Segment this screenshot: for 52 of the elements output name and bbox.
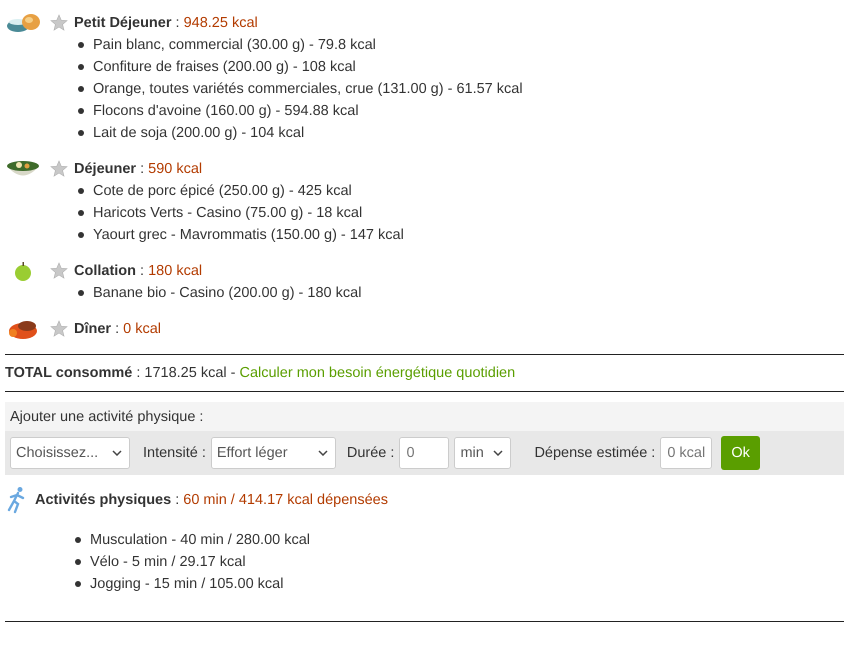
- activity-select[interactable]: Choisissez...: [10, 437, 130, 469]
- total-consumed: TOTAL consommé : 1718.25 kcal -: [5, 365, 236, 381]
- bullet-icon: [75, 537, 81, 543]
- star-icon[interactable]: [50, 160, 68, 178]
- bullet-icon: [78, 108, 84, 114]
- caret-icon: [493, 450, 504, 456]
- bullet-icon: [78, 290, 84, 296]
- meal-calories: 948.25 kcal: [184, 15, 258, 31]
- food-item: Pain blanc, commercial (30.00 g) - 79.8 kcal: [93, 37, 376, 53]
- caret-icon: [318, 450, 328, 456]
- add-activity-title: Ajouter une activité physique :: [9, 408, 204, 427]
- duration-field[interactable]: 0: [399, 437, 450, 469]
- star-icon[interactable]: [50, 320, 68, 338]
- estimate-field[interactable]: 0 kcal: [660, 437, 712, 469]
- food-item: Orange, toutes variétés commerciales, crue (131.00 g) - 61.57 kcal: [93, 81, 523, 97]
- activity-item: Musculation - 40 min / 280.00 kcal: [90, 532, 310, 548]
- activities-summary: 60 min / 414.17 kcal dépensées: [183, 492, 388, 508]
- activity-item: Jogging - 15 min / 105.00 kcal: [90, 576, 284, 592]
- bullet-icon: [78, 188, 84, 194]
- star-icon[interactable]: [50, 262, 68, 280]
- activity-item: Vélo - 5 min / 29.17 kcal: [90, 554, 246, 570]
- food-item: Banane bio - Casino (200.00 g) - 180 kcal: [93, 285, 362, 301]
- activities-label: Activités physiques :: [35, 492, 180, 508]
- food-item: Confiture de fraises (200.00 g) - 108 kcal: [93, 59, 356, 75]
- meal-name: Déjeuner :: [74, 161, 144, 177]
- caret-icon: [112, 450, 122, 456]
- meal-name: Collation :: [74, 263, 144, 279]
- food-item: Flocons d'avoine (160.00 g) - 594.88 kcal: [93, 103, 359, 119]
- intensity-label: Intensité :: [143, 445, 206, 461]
- meal-name: Petit Déjeuner :: [74, 15, 180, 31]
- unit-select[interactable]: min: [454, 437, 512, 469]
- bullet-icon: [78, 210, 84, 216]
- bullet-icon: [78, 42, 84, 48]
- bullet-icon: [75, 559, 81, 565]
- meal-calories: 0 kcal: [123, 321, 162, 337]
- meal-name: Dîner :: [74, 321, 120, 337]
- food-item: Yaourt grec - Mavrommatis (150.00 g) - 147 kcal: [93, 227, 404, 243]
- bullet-icon: [78, 232, 84, 238]
- star-icon[interactable]: [50, 14, 68, 32]
- bullet-icon: [75, 581, 81, 587]
- bullet-icon: [78, 86, 84, 92]
- estimate-label: Dépense estimée :: [534, 445, 656, 461]
- food-item: Haricots Verts - Casino (75.00 g) - 18 kcal: [93, 205, 362, 221]
- duration-label: Durée :: [346, 445, 394, 461]
- meal-calories: 180 kcal: [148, 263, 202, 279]
- coffee-croissant-icon: [5, 11, 41, 35]
- bullet-icon: [78, 64, 84, 70]
- intensity-select[interactable]: Effort léger: [210, 437, 336, 469]
- food-item: Cote de porc épicé (250.00 g) - 425 kcal: [93, 183, 352, 199]
- food-item: Lait de soja (200.00 g) - 104 kcal: [93, 125, 304, 141]
- meal-calories: 590 kcal: [148, 161, 202, 177]
- bullet-icon: [78, 130, 84, 136]
